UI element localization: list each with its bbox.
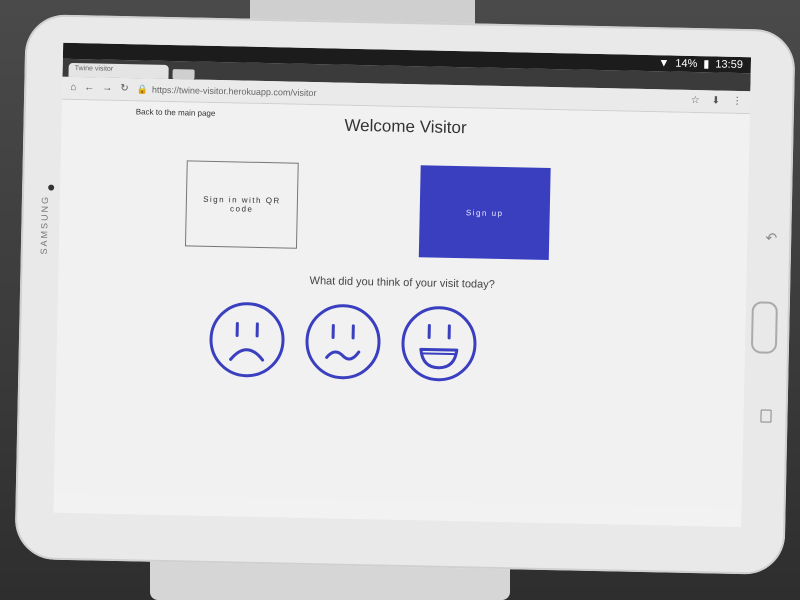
sad-face-icon[interactable]: [206, 299, 288, 381]
confused-face-icon[interactable]: [302, 301, 384, 383]
battery-icon: ▮: [703, 57, 710, 70]
sign-in-qr-button[interactable]: Sign in with QR code: [184, 160, 299, 249]
new-tab-button[interactable]: [172, 69, 195, 80]
battery-level: 14%: [675, 57, 698, 71]
recent-apps-icon[interactable]: [760, 409, 772, 423]
clock: 13:59: [715, 58, 744, 72]
tablet-device: SAMSUNG ↶ ▼ 14% ▮ 13:59 Twine visitor ⌂ …: [14, 13, 796, 576]
reload-icon[interactable]: ↻: [120, 83, 129, 94]
tablet-screen: ▼ 14% ▮ 13:59 Twine visitor ⌂ ← → ↻ 🔒 ht…: [53, 42, 752, 528]
forward-arrow-icon[interactable]: →: [102, 83, 112, 94]
sign-up-button[interactable]: Sign up: [418, 165, 551, 261]
page-title: Welcome Visitor: [344, 115, 467, 138]
browser-tab[interactable]: Twine visitor: [68, 62, 169, 79]
visitor-page: Back to the main page Welcome Visitor Si…: [53, 99, 750, 509]
device-brand: SAMSUNG: [38, 194, 51, 255]
url-text: https://twine-visitor.herokuapp.com/visi…: [151, 84, 317, 99]
home-button[interactable]: [750, 301, 778, 354]
happy-face-icon[interactable]: [398, 303, 480, 385]
hardware-back-icon[interactable]: ↶: [765, 230, 777, 247]
feedback-question: What did you think of your visit today?: [309, 275, 495, 291]
menu-icon[interactable]: ⋮: [732, 96, 742, 107]
wifi-icon: ▼: [658, 56, 670, 69]
lock-icon: 🔒: [136, 83, 149, 95]
star-icon[interactable]: ☆: [691, 95, 700, 106]
feedback-faces: [206, 299, 480, 385]
download-icon[interactable]: ⬇: [712, 95, 721, 106]
home-icon[interactable]: ⌂: [70, 82, 76, 93]
back-arrow-icon[interactable]: ←: [84, 82, 94, 93]
camera-icon: [48, 184, 55, 191]
